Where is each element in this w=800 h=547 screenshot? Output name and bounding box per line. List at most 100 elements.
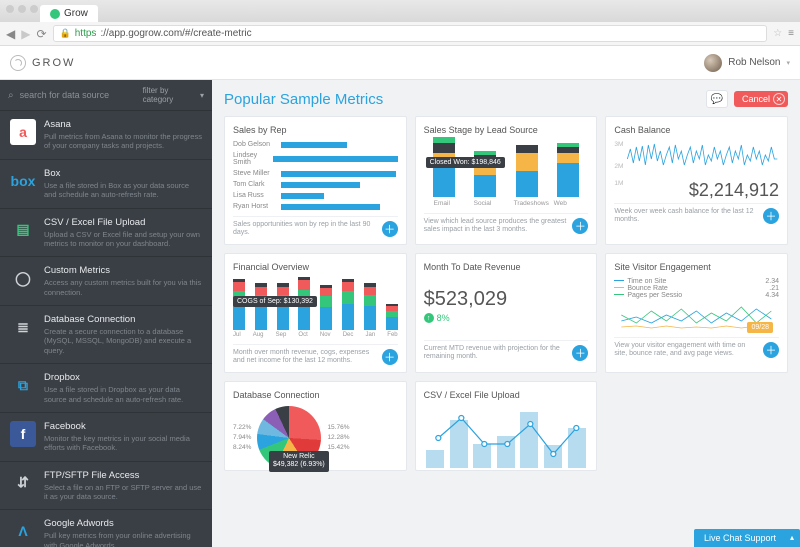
lock-icon: 🔒 xyxy=(60,28,71,39)
legend-row: Pages per Sessio4.34 xyxy=(614,292,779,299)
tab-title: Grow xyxy=(64,8,88,19)
sparkline xyxy=(626,141,779,181)
content-area: Popular Sample Metrics 💬 Cancel ✕ Sales … xyxy=(212,80,800,547)
window-controls[interactable] xyxy=(6,5,38,13)
datasource-title: Box xyxy=(44,168,202,179)
card-title: CSV / Excel File Upload xyxy=(424,390,589,400)
datasource-title: FTP/SFTP File Access xyxy=(44,470,202,481)
chart-point-label: 09/28 xyxy=(747,322,773,333)
page-title: Popular Sample Metrics xyxy=(224,91,383,108)
card-title: Site Visitor Engagement xyxy=(614,262,779,272)
nav-back[interactable]: ◀ xyxy=(6,27,15,41)
browser-tab[interactable]: Grow xyxy=(40,5,98,22)
app-topbar: GROW Rob Nelson ▾ xyxy=(0,46,800,80)
datasource-icon: f xyxy=(10,421,36,447)
datasource-title: Google Adwords xyxy=(44,518,202,529)
datasource-item[interactable]: ≣ Database Connection Create a secure co… xyxy=(0,306,212,364)
arrow-up-icon: ↑ xyxy=(424,313,434,323)
datasource-title: Database Connection xyxy=(44,314,202,325)
chart-tooltip: Closed Won: $198,846 xyxy=(426,157,505,168)
ytick: 2M xyxy=(614,163,623,170)
browser-tab-strip: Grow xyxy=(0,0,800,22)
add-metric-button[interactable]: ＋ xyxy=(382,349,398,365)
cancel-button[interactable]: Cancel ✕ xyxy=(734,91,788,107)
datasource-item[interactable]: a Asana Pull metrics from Asana to monit… xyxy=(0,111,212,160)
chat-icon-button[interactable]: 💬 xyxy=(706,90,728,108)
datasource-item[interactable]: ▤ CSV / Excel File Upload Upload a CSV o… xyxy=(0,209,212,258)
overlay-line xyxy=(424,406,589,468)
add-metric-button[interactable]: ＋ xyxy=(382,221,398,237)
stacked-bar xyxy=(557,143,579,197)
stacked-bar xyxy=(364,283,376,329)
datasource-item[interactable]: f Facebook Monitor the key metrics in yo… xyxy=(0,413,212,462)
filter-button[interactable]: filter by category ▾ xyxy=(143,86,204,104)
slice-label: 7.94% xyxy=(233,434,251,441)
datasource-desc: Select a file on an FTP or SFTP server a… xyxy=(44,483,202,502)
card-footer: Month over month revenue, cogs, expenses… xyxy=(233,349,376,366)
datasource-item[interactable]: ◯ Custom Metrics Access any custom metri… xyxy=(0,257,212,306)
datasource-icon: ≣ xyxy=(10,314,36,340)
bar-label: Dob Gelson xyxy=(233,141,277,148)
user-menu[interactable]: Rob Nelson ▾ xyxy=(704,54,790,72)
card-title: Sales Stage by Lead Source xyxy=(424,125,589,135)
slice-label: 12.28% xyxy=(327,434,349,441)
search-input[interactable] xyxy=(20,90,137,100)
datasource-icon: Λ xyxy=(10,518,36,544)
logo-mark-icon xyxy=(10,55,26,71)
nav-forward: ▶ xyxy=(21,27,30,41)
slice-label: 7.22% xyxy=(233,424,251,431)
brand-name: GROW xyxy=(32,57,75,69)
tab-favicon xyxy=(50,9,60,19)
chevron-up-icon: ▴ xyxy=(790,533,794,542)
datasource-item[interactable]: box Box Use a file stored in Box as your… xyxy=(0,160,212,209)
card-title: Financial Overview xyxy=(233,262,398,272)
datasource-title: CSV / Excel File Upload xyxy=(44,217,202,228)
datasource-icon: box xyxy=(10,168,36,194)
nav-reload[interactable]: ⟳ xyxy=(36,27,46,41)
bar xyxy=(281,182,360,188)
menu-icon[interactable]: ≡ xyxy=(788,28,794,39)
datasource-icon: ⇵ xyxy=(10,470,36,496)
revenue-amount: $523,029 xyxy=(424,288,589,311)
datasource-desc: Use a file stored in Box as your data so… xyxy=(44,181,202,200)
datasource-desc: Upload a CSV or Excel file and setup you… xyxy=(44,230,202,249)
bar xyxy=(281,193,324,199)
bar-label: Tom Clark xyxy=(233,181,277,188)
datasource-icon: a xyxy=(10,119,36,145)
revenue-delta: ↑ 8% xyxy=(424,313,589,323)
add-metric-button[interactable]: ＋ xyxy=(572,218,588,234)
datasource-desc: Pull metrics from Asana to monitor the p… xyxy=(44,132,202,151)
search-icon: ⌕ xyxy=(8,90,14,101)
datasource-desc: Create a secure connection to a database… xyxy=(44,327,202,355)
datasource-desc: Pull key metrics from your online advert… xyxy=(44,531,202,547)
card-footer: View which lead source produces the grea… xyxy=(424,218,567,235)
datasource-title: Asana xyxy=(44,119,202,130)
add-metric-button[interactable]: ＋ xyxy=(763,208,779,224)
cash-amount: $2,214,912 xyxy=(689,180,779,201)
datasource-item[interactable]: ⧉ Dropbox Use a file stored in Dropbox a… xyxy=(0,364,212,413)
datasource-title: Dropbox xyxy=(44,372,202,383)
ytick: 3M xyxy=(614,141,623,148)
filter-label: filter by category xyxy=(143,86,197,104)
bookmark-icon[interactable]: ☆ xyxy=(773,28,782,39)
bar-label: Lisa Russ xyxy=(233,192,277,199)
add-metric-button[interactable]: ＋ xyxy=(763,342,779,358)
card-sales-by-rep: Sales by Rep Dob GelsonLindsey SmithStev… xyxy=(224,116,407,245)
address-bar[interactable]: 🔒 https://app.gogrow.com/#/create-metric xyxy=(53,25,768,42)
slice-label: 15.42% xyxy=(327,444,349,451)
datasource-item[interactable]: Λ Google Adwords Pull key metrics from y… xyxy=(0,510,212,547)
user-name: Rob Nelson xyxy=(728,57,780,68)
datasource-title: Custom Metrics xyxy=(44,265,202,276)
close-icon: ✕ xyxy=(773,93,785,105)
slice-label: 8.24% xyxy=(233,444,251,451)
add-metric-button[interactable]: ＋ xyxy=(572,345,588,361)
ytick: 1M xyxy=(614,180,623,187)
datasource-desc: Use a file stored in Dropbox as your dat… xyxy=(44,385,202,404)
brand-logo[interactable]: GROW xyxy=(10,55,75,71)
cancel-label: Cancel xyxy=(742,94,770,104)
bar xyxy=(273,156,398,162)
datasource-item[interactable]: ⇵ FTP/SFTP File Access Select a file on … xyxy=(0,462,212,511)
bar-label: Lindsey Smith xyxy=(233,152,269,166)
chevron-down-icon: ▾ xyxy=(200,91,204,100)
live-chat-button[interactable]: Live Chat Support ▴ xyxy=(694,529,800,547)
